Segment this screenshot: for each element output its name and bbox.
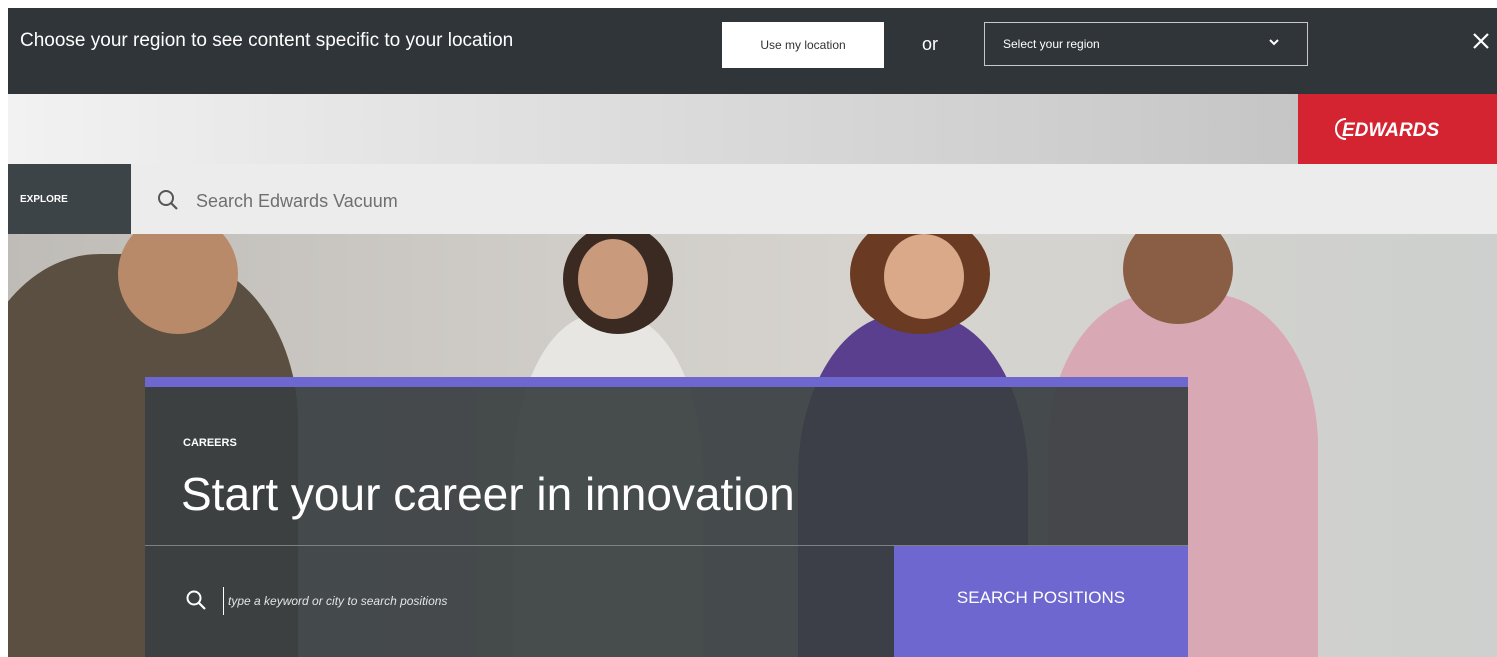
search-positions-button[interactable]: SEARCH POSITIONS xyxy=(894,546,1188,657)
job-search-input[interactable] xyxy=(223,587,870,615)
careers-eyebrow: CAREERS xyxy=(183,437,237,449)
careers-panel: CAREERS Start your career in innovation … xyxy=(145,377,1188,657)
hero-banner: CAREERS Start your career in innovation … xyxy=(8,234,1497,657)
use-my-location-button[interactable]: Use my location xyxy=(722,22,884,68)
explore-button[interactable]: EXPLORE xyxy=(8,164,131,234)
site-search-row: EXPLORE xyxy=(8,164,1497,234)
region-select-value: Select your region xyxy=(1003,37,1100,51)
close-icon[interactable] xyxy=(1468,28,1494,54)
edwards-logo[interactable]: EDWARDS xyxy=(1298,94,1497,164)
region-message: Choose your region to see content specif… xyxy=(20,30,514,51)
chevron-down-icon xyxy=(1269,39,1279,46)
or-label: or xyxy=(922,34,939,54)
hero-photo-person xyxy=(578,239,648,319)
search-icon xyxy=(158,190,178,210)
region-banner: Choose your region to see content specif… xyxy=(8,8,1497,94)
page: Choose your region to see content specif… xyxy=(8,8,1497,657)
region-select[interactable]: Select your region xyxy=(984,22,1308,66)
search-icon xyxy=(186,590,206,610)
logo-text: EDWARDS xyxy=(1342,120,1439,141)
brand-strip: EDWARDS xyxy=(8,94,1497,164)
hero-headline: Start your career in innovation xyxy=(181,468,795,520)
edwards-logo-mark: EDWARDS xyxy=(1334,118,1439,141)
hero-photo-person xyxy=(884,234,964,319)
site-search-input[interactable] xyxy=(194,186,898,216)
